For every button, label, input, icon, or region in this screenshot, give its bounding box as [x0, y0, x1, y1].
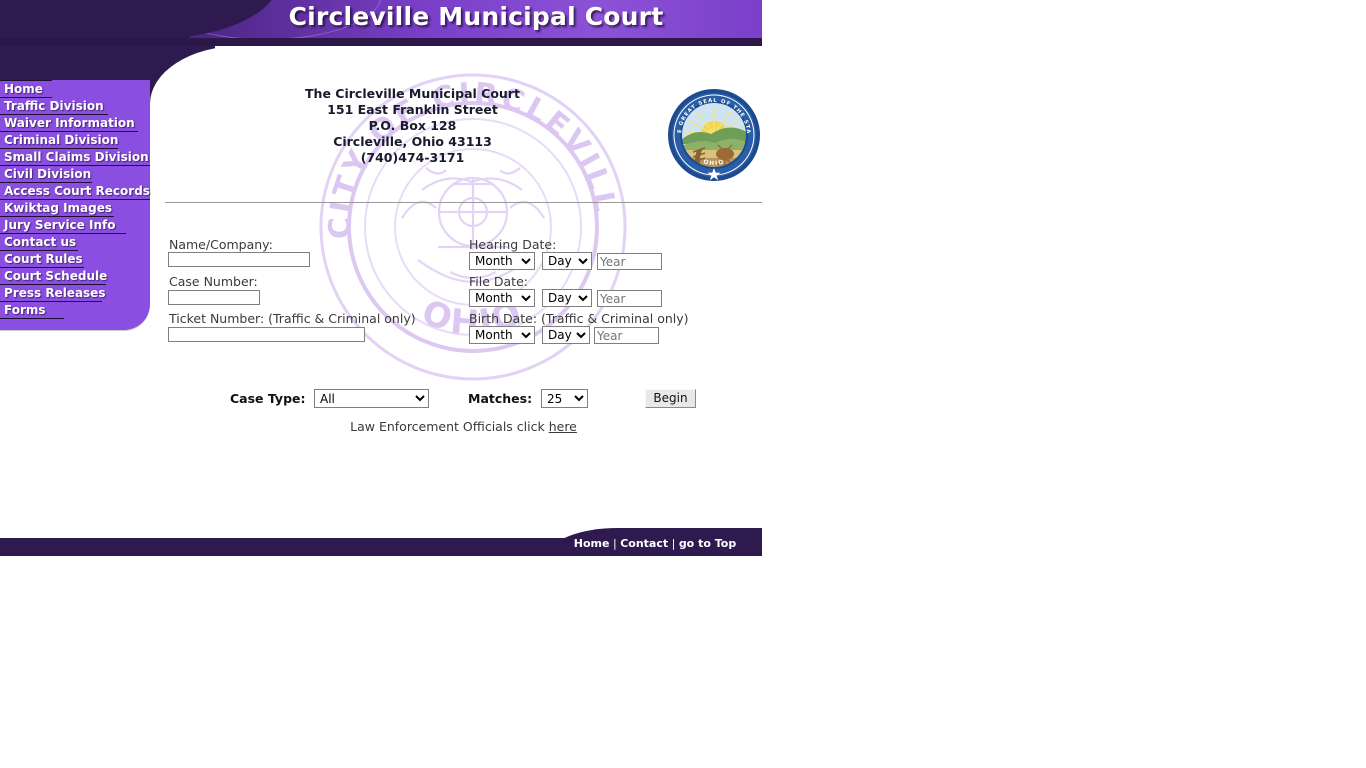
court-address-block: The Circleville Municipal Court 151 East… [165, 86, 660, 166]
hearing-date-label: Hearing Date: [469, 237, 557, 252]
sidebar-item-label: Contact us [4, 235, 77, 249]
sidebar-item-civil-division[interactable]: Civil Division [0, 166, 92, 183]
header-underband [0, 38, 762, 46]
sidebar-item-kwiktag-images[interactable]: Kwiktag Images [0, 200, 114, 217]
case-type-select[interactable]: All [314, 389, 429, 408]
sidebar-nav: Home Traffic Division Waiver Information… [0, 80, 150, 330]
ticket-number-label: Ticket Number: (Traffic & Criminal only) [169, 311, 416, 326]
footer-link-contact[interactable]: Contact [620, 537, 668, 550]
birth-date-day-select[interactable]: Day [542, 326, 590, 344]
content-divider [165, 202, 762, 203]
address-line-4: Circleville, Ohio 43113 [333, 134, 492, 149]
sidebar-item-forms[interactable]: Forms [0, 302, 64, 319]
sidebar-item-label: Jury Service Info [4, 218, 116, 232]
hearing-date-day-select[interactable]: Day [542, 252, 592, 270]
law-enforcement-note: Law Enforcement Officials click here [165, 419, 762, 434]
file-date-label: File Date: [469, 274, 528, 289]
sidebar-item-contact-us[interactable]: Contact us [0, 234, 78, 251]
footer-separator-1: | [609, 537, 621, 550]
sidebar-item-access-court-records[interactable]: Access Court Records [0, 183, 150, 200]
matches-select[interactable]: 25 [541, 389, 588, 408]
name-company-input[interactable] [168, 252, 310, 267]
ticket-number-input[interactable] [168, 327, 365, 342]
footer: Home | Contact | go to Top [0, 528, 762, 556]
sidebar-item-criminal-division[interactable]: Criminal Division [0, 132, 118, 149]
page-container: Circleville Municipal Court Home Traffic… [0, 0, 762, 556]
hearing-date-month-select[interactable]: Month [469, 252, 535, 270]
sidebar-item-label: Criminal Division [4, 133, 119, 147]
page-title: Circleville Municipal Court [288, 2, 664, 31]
footer-link-home[interactable]: Home [574, 537, 610, 550]
sidebar-item-small-claims-division[interactable]: Small Claims Division [0, 149, 150, 166]
hearing-date-year-input[interactable] [597, 253, 662, 270]
law-enforcement-link[interactable]: here [549, 419, 577, 434]
file-date-day-select[interactable]: Day [542, 289, 592, 307]
sidebar-item-label: Home [4, 82, 43, 96]
address-line-1: The Circleville Municipal Court [305, 86, 520, 101]
sidebar-item-label: Small Claims Division [4, 150, 149, 164]
sidebar-item-jury-service-info[interactable]: Jury Service Info [0, 217, 126, 234]
footer-separator-2: | [668, 537, 679, 550]
case-number-label: Case Number: [169, 274, 258, 289]
sidebar-item-home[interactable]: Home [0, 80, 52, 98]
footer-links: Home | Contact | go to Top [548, 528, 762, 556]
law-enforcement-text: Law Enforcement Officials click [350, 419, 549, 434]
address-phone: (740)474-3171 [360, 150, 465, 165]
ohio-state-seal-icon: THE GREAT SEAL OF THE STATE OHIO [667, 88, 760, 181]
sidebar-item-label: Traffic Division [4, 99, 104, 113]
sidebar-item-press-releases[interactable]: Press Releases [0, 285, 106, 302]
sidebar-item-label: Civil Division [4, 167, 92, 181]
birth-date-month-select[interactable]: Month [469, 326, 535, 344]
sidebar-item-label: Court Schedule [4, 269, 108, 283]
sidebar-item-traffic-division[interactable]: Traffic Division [0, 98, 108, 115]
sidebar-item-waiver-information[interactable]: Waiver Information [0, 115, 138, 132]
begin-button[interactable]: Begin [645, 389, 696, 408]
sidebar-item-label: Press Releases [4, 286, 106, 300]
matches-label: Matches: [468, 391, 533, 406]
case-type-label: Case Type: [230, 391, 306, 406]
address-line-2: 151 East Franklin Street [327, 102, 498, 117]
name-company-label: Name/Company: [169, 237, 273, 252]
file-date-month-select[interactable]: Month [469, 289, 535, 307]
sidebar-item-label: Kwiktag Images [4, 201, 113, 215]
sidebar-item-label: Waiver Information [4, 116, 135, 130]
sidebar-item-court-rules[interactable]: Court Rules [0, 251, 84, 268]
birth-date-year-input[interactable] [594, 327, 659, 344]
footer-link-go-to-top[interactable]: go to Top [679, 537, 736, 550]
case-number-input[interactable] [168, 290, 260, 305]
sidebar-item-label: Court Rules [4, 252, 83, 266]
address-line-3: P.O. Box 128 [368, 118, 457, 133]
sidebar-item-court-schedule[interactable]: Court Schedule [0, 268, 108, 285]
file-date-year-input[interactable] [597, 290, 662, 307]
birth-date-label: Birth Date: (Traffic & Criminal only) [469, 311, 689, 326]
sidebar-item-label: Forms [4, 303, 46, 317]
sidebar-item-label: Access Court Records [4, 184, 150, 198]
